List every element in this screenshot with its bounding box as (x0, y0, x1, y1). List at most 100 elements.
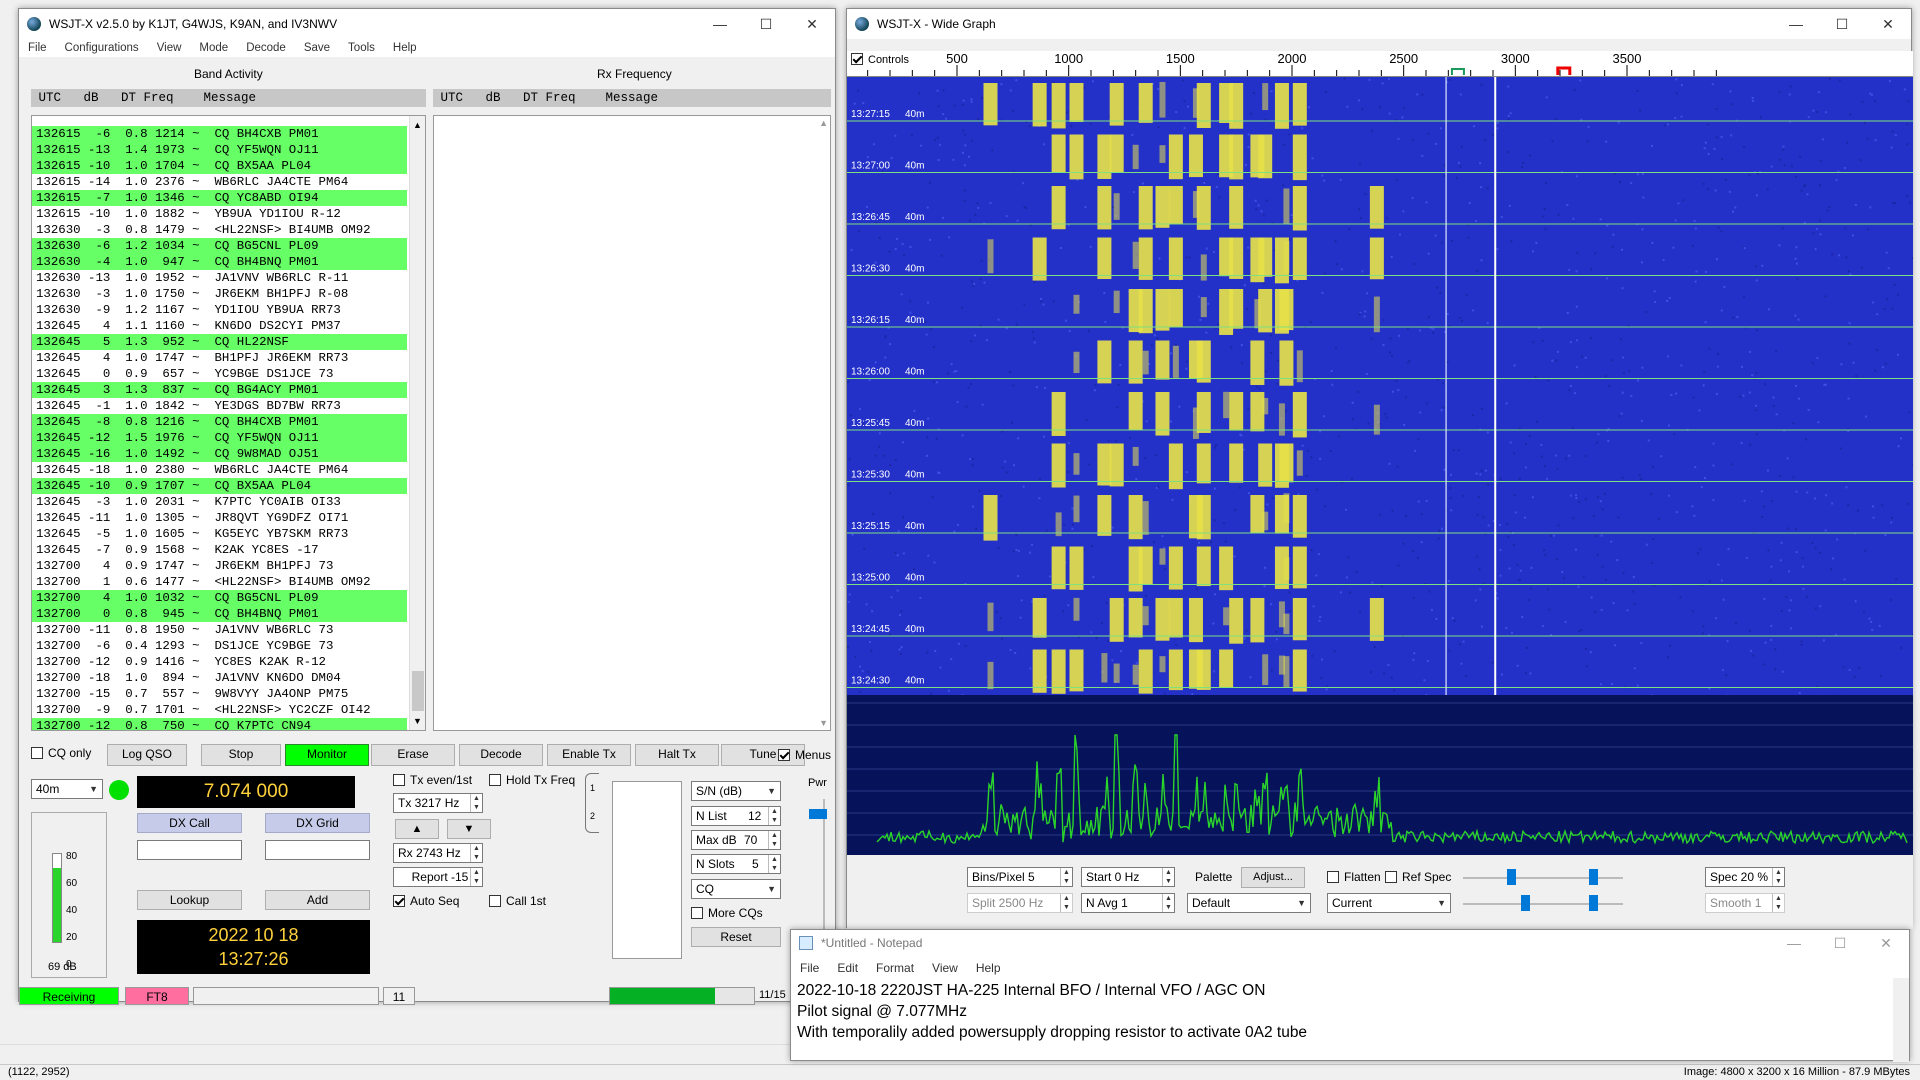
frequency-scale[interactable]: 500 1000 1500 2000 2500 3000 3500 (847, 51, 1913, 77)
more-cqs-checkbox[interactable]: More CQs (691, 906, 763, 920)
spin-arrows-icon[interactable]: ▲ ▼ (1772, 868, 1784, 886)
menu-decode[interactable]: Decode (237, 39, 295, 57)
spectrum-display[interactable] (847, 695, 1913, 855)
menu-save[interactable]: Save (295, 39, 339, 57)
lookup-button[interactable]: Lookup (137, 890, 242, 910)
band-activity-row[interactable]: 132645 4 1.1 1160 ~ KN6DO DS2CYI PM37 (32, 318, 407, 334)
band-activity-scrollbar[interactable]: ▲ ▼ (409, 116, 425, 730)
log-qso-button[interactable]: Log QSO (107, 744, 187, 766)
rx-freq-spinbox[interactable]: Rx 2743 Hz ▲ ▼ (393, 843, 483, 863)
spin-arrows-icon[interactable]: ▲ ▼ (470, 868, 482, 886)
monitor-button[interactable]: Monitor (285, 744, 369, 766)
spin-arrows-icon[interactable]: ▲ ▼ (1162, 868, 1174, 886)
menu-help[interactable]: Help (384, 39, 426, 57)
minimize-button[interactable]: — (1771, 930, 1817, 956)
rx-scroll-down-icon[interactable]: ▼ (819, 718, 828, 728)
reset-button[interactable]: Reset (691, 927, 781, 947)
spectrum-mode-select[interactable]: Current ▼ (1327, 893, 1451, 913)
spin-arrows-icon[interactable]: ▲ ▼ (470, 794, 482, 812)
band-activity-row[interactable]: 132645 -1 1.0 1842 ~ YE3DGS BD7BW RR73 (32, 398, 407, 414)
spectrum-zero-handle[interactable] (1589, 895, 1598, 911)
band-activity-row[interactable]: 132615 -10 1.0 1882 ~ YB9UA YD1IOU R-12 (32, 206, 407, 222)
menu-tools[interactable]: Tools (339, 39, 384, 57)
hold-tx-freq-checkbox[interactable]: Hold Tx Freq (489, 773, 575, 787)
band-activity-row[interactable]: 132700 1 0.6 1477 ~ <HL22NSF> BI4UMB OM9… (32, 574, 407, 590)
close-button[interactable]: ✕ (1863, 930, 1909, 956)
viewer-horizontal-scrollbar[interactable] (0, 1044, 800, 1062)
band-activity-row[interactable]: 132700 -12 0.8 750 ~ CQ K7PTC CN94 (32, 718, 407, 730)
cat-status-indicator[interactable] (109, 780, 129, 800)
minimize-button[interactable]: — (697, 9, 743, 39)
add-button[interactable]: Add (265, 890, 370, 910)
band-activity-row[interactable]: 132645 -12 1.5 1976 ~ CQ YF5WQN OJ11 (32, 430, 407, 446)
scroll-down-arrow-icon[interactable]: ▼ (413, 716, 422, 726)
band-activity-row[interactable]: 132700 0 0.8 945 ~ CQ BH4BNQ PM01 (32, 606, 407, 622)
waterfall-display[interactable]: 13:27:15 40m 13:27:00 40m 13:26:45 40m 13:26:3… (847, 77, 1913, 695)
bins-per-pixel-spinbox[interactable]: Bins/Pixel 5 ▲ ▼ (967, 867, 1073, 887)
tx-messages-panel[interactable] (612, 781, 682, 959)
palette-adjust-button[interactable]: Adjust... (1241, 867, 1305, 888)
pwr-slider-handle[interactable] (809, 809, 827, 819)
np-menu-edit[interactable]: Edit (828, 958, 867, 978)
band-activity-row[interactable]: 132645 -18 1.0 2380 ~ WB6RLC JA4CTE PM64 (32, 462, 407, 478)
stop-button[interactable]: Stop (201, 744, 281, 766)
spin-arrows-icon[interactable]: ▲ ▼ (470, 844, 482, 862)
band-activity-row[interactable]: 132645 -5 1.0 1605 ~ KG5EYC YB7SKM RR73 (32, 526, 407, 542)
sn-combo[interactable]: S/N (dB) ▼ (691, 781, 781, 801)
max-db-spinbox[interactable]: Max dB 70 ▲ ▼ (691, 830, 781, 850)
dx-call-input[interactable] (137, 840, 242, 860)
close-button[interactable]: ✕ (1865, 9, 1911, 39)
spin-arrows-icon[interactable]: ▲ ▼ (768, 807, 780, 825)
close-button[interactable]: ✕ (789, 9, 835, 39)
band-activity-list[interactable]: 132615 -6 0.8 1214 ~ CQ BH4CXB PM01 13261… (31, 115, 426, 731)
notepad-scrollbar[interactable] (1893, 978, 1909, 1062)
spin-arrows-icon[interactable]: ▲ ▼ (768, 855, 780, 873)
band-activity-row[interactable]: 132645 -3 1.0 2031 ~ K7PTC YC0AIB OI33 (32, 494, 407, 510)
n-list-spinbox[interactable]: N List 12 ▲ ▼ (691, 806, 781, 826)
tx-to-rx-up-button[interactable]: ▲ (395, 819, 439, 839)
band-activity-row[interactable]: 132700 4 1.0 1032 ~ CQ BG5CNL PL09 (32, 590, 407, 606)
np-menu-file[interactable]: File (791, 958, 828, 978)
band-activity-row[interactable]: 132615 -7 1.0 1346 ~ CQ YC8ABD OI94 (32, 190, 407, 206)
spin-arrows-icon[interactable]: ▲ ▼ (1772, 894, 1784, 912)
band-activity-row[interactable]: 132700 4 0.9 1747 ~ JR6EKM BH1PFJ 73 (32, 558, 407, 574)
cq-combo[interactable]: CQ ▼ (691, 879, 781, 899)
rx-frequency-list[interactable]: ▲ ▼ (433, 115, 831, 731)
spin-arrows-icon[interactable]: ▲ ▼ (1060, 894, 1072, 912)
band-activity-row[interactable]: 132700 -6 0.4 1293 ~ DS1JCE YC9BGE 73 (32, 638, 407, 654)
band-activity-row[interactable]: 132615 -6 0.8 1214 ~ CQ BH4CXB PM01 (32, 126, 407, 142)
auto-seq-checkbox[interactable]: Auto Seq (393, 894, 459, 908)
n-slots-spinbox[interactable]: N Slots 5 ▲ ▼ (691, 854, 781, 874)
band-activity-row[interactable]: 132630 -13 1.0 1952 ~ JA1VNV WB6RLC R-11 (32, 270, 407, 286)
spectrum-gain-handle[interactable] (1521, 895, 1530, 911)
np-menu-help[interactable]: Help (967, 958, 1010, 978)
controls-checkbox[interactable]: Controls (851, 53, 909, 67)
band-activity-row[interactable]: 132630 -6 1.2 1034 ~ CQ BG5CNL PL09 (32, 238, 407, 254)
palette-select[interactable]: Default ▼ (1187, 893, 1311, 913)
band-activity-row[interactable]: 132700 -11 0.8 1950 ~ JA1VNV WB6RLC 73 (32, 622, 407, 638)
report-spinbox[interactable]: Report -15 ▲ ▼ (393, 867, 483, 887)
band-activity-row[interactable]: 132615 -10 1.0 1704 ~ CQ BX5AA PL04 (32, 158, 407, 174)
spec-percent-spinbox[interactable]: Spec 20 % ▲ ▼ (1705, 867, 1785, 887)
band-activity-row[interactable]: 132645 3 1.3 837 ~ CQ BG4ACY PM01 (32, 382, 407, 398)
spin-arrows-icon[interactable]: ▲ ▼ (768, 831, 780, 849)
np-menu-format[interactable]: Format (867, 958, 923, 978)
notepad-text-area[interactable]: 2022-10-18 2220JST HA-225 Internal BFO /… (797, 980, 1307, 1043)
band-activity-row[interactable]: 132645 5 1.3 952 ~ CQ HL22NSF (32, 334, 407, 350)
cq-only-checkbox[interactable]: CQ only (31, 746, 91, 760)
n-avg-spinbox[interactable]: N Avg 1 ▲ ▼ (1081, 893, 1175, 913)
spin-arrows-icon[interactable]: ▲ ▼ (1162, 894, 1174, 912)
scroll-up-arrow-icon[interactable]: ▲ (413, 120, 422, 130)
band-activity-row[interactable]: 132700 -9 0.7 1701 ~ <HL22NSF> YC2CZF OI… (32, 702, 407, 718)
tx-even-checkbox[interactable]: Tx even/1st (393, 773, 472, 787)
menu-configurations[interactable]: Configurations (56, 39, 148, 57)
split-spinbox[interactable]: Split 2500 Hz ▲ ▼ (967, 893, 1073, 913)
rx-scroll-up-icon[interactable]: ▲ (819, 118, 828, 128)
dx-grid-input[interactable] (265, 840, 370, 860)
band-activity-row[interactable]: 132645 -8 0.8 1216 ~ CQ BH4CXB PM01 (32, 414, 407, 430)
waterfall-zero-handle[interactable] (1589, 869, 1598, 885)
band-activity-row[interactable]: 132645 -7 0.9 1568 ~ K2AK YC8ES -17 (32, 542, 407, 558)
enable-tx-button[interactable]: Enable Tx (547, 744, 631, 766)
np-menu-view[interactable]: View (923, 958, 967, 978)
scroll-thumb[interactable] (412, 671, 424, 711)
